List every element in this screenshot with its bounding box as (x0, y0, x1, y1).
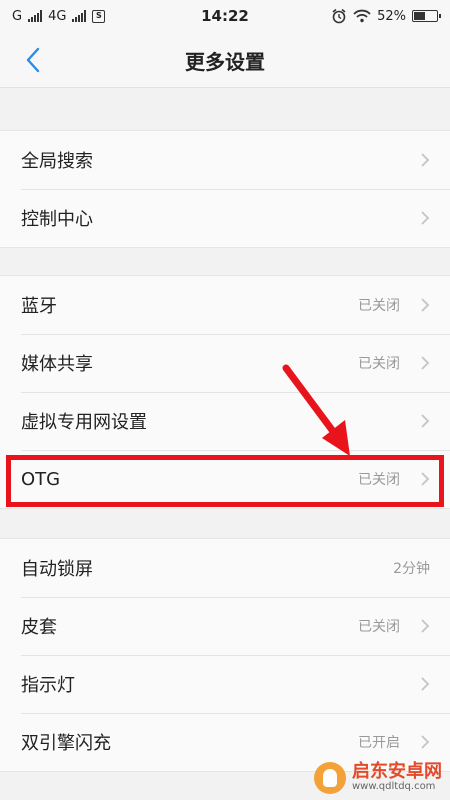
watermark-name: 启东安卓网 (352, 761, 442, 783)
red-arrow-annotation (282, 364, 350, 456)
watermark-url: www.qdltdq.com (352, 781, 436, 793)
watermark: 启东安卓网 www.qdltdq.com (314, 762, 442, 794)
watermark-text: 启东安卓网 www.qdltdq.com (352, 761, 442, 793)
watermark-logo-icon (314, 762, 346, 794)
